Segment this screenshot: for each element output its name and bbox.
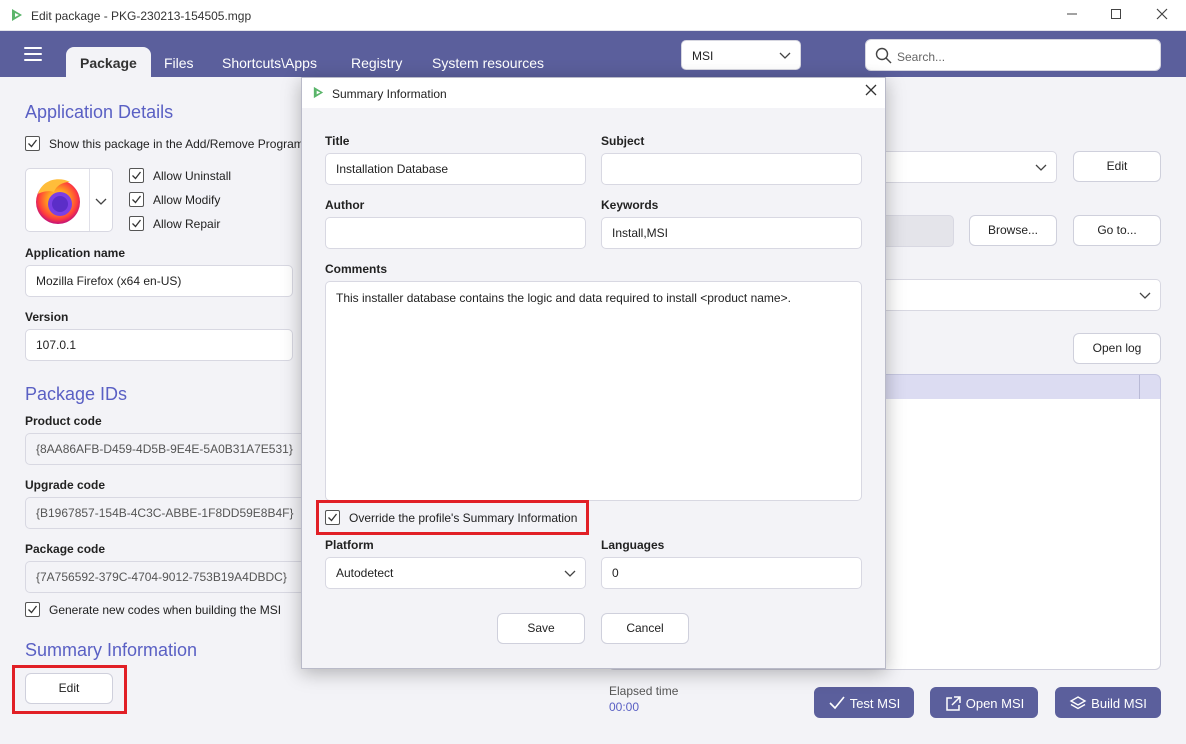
title-field[interactable]: Installation Database [325, 153, 586, 185]
package-code-label: Package code [25, 542, 106, 556]
browse-button[interactable]: Browse... [969, 215, 1057, 246]
platform-label: Platform [325, 538, 374, 552]
override-checkbox[interactable] [325, 510, 340, 525]
tab-shortcuts-apps[interactable]: Shortcuts\Apps [208, 47, 331, 77]
package-ids-heading: Package IDs [25, 384, 128, 404]
cancel-button[interactable]: Cancel [601, 613, 689, 644]
allow-repair-checkbox[interactable] [129, 216, 144, 231]
override-label: Override the profile's Summary Informati… [349, 511, 578, 525]
keywords-label: Keywords [601, 198, 659, 212]
package-code-field: {7A756592-379C-4704-9012-753B19A4DBDC} [25, 561, 315, 593]
product-code-label: Product code [25, 414, 102, 428]
profile-edit-button[interactable]: Edit [1073, 151, 1161, 182]
subject-field[interactable] [601, 153, 862, 185]
generate-codes-label: Generate new codes when building the MSI [49, 603, 282, 617]
external-link-icon [946, 696, 961, 711]
app-details-heading: Application Details [25, 102, 174, 122]
allow-modify-label: Allow Modify [153, 193, 221, 207]
allow-repair-label: Allow Repair [153, 217, 221, 231]
checkmark-icon [132, 171, 142, 180]
version-label: Version [25, 310, 69, 324]
header-bar: Package Files Shortcuts\Apps Registry Sy… [0, 31, 1186, 77]
upgrade-code-label: Upgrade code [25, 478, 106, 492]
product-code-field: {8AA86AFB-D459-4D5B-9E4E-5A0B31A7E531} [25, 433, 315, 465]
maximize-button[interactable] [1096, 4, 1136, 26]
app-icon-picker[interactable] [25, 168, 113, 232]
app-name-label: Application name [25, 246, 126, 260]
checkmark-icon [328, 513, 338, 522]
secondary-select[interactable] [860, 279, 1161, 311]
allow-uninstall-label: Allow Uninstall [153, 169, 232, 183]
allow-uninstall-checkbox[interactable] [129, 168, 144, 183]
allow-modify-checkbox[interactable] [129, 192, 144, 207]
elapsed-time-label: Elapsed time [609, 684, 679, 698]
test-msi-button[interactable]: Test MSI [814, 687, 914, 718]
firefox-icon [36, 179, 80, 224]
dialog-title: Summary Information [332, 87, 447, 101]
check-icon [829, 696, 845, 710]
summary-info-dialog: Summary Information Title Installation D… [301, 77, 886, 669]
close-icon [1156, 8, 1168, 20]
app-logo-icon [12, 9, 22, 21]
minimize-button[interactable] [1052, 4, 1092, 26]
checkmark-icon [132, 195, 142, 204]
comments-label: Comments [325, 262, 388, 276]
msi-type-select[interactable]: MSI [681, 40, 801, 70]
menu-icon[interactable] [24, 47, 42, 61]
version-field[interactable]: 107.0.1 [25, 329, 293, 361]
author-field[interactable] [325, 217, 586, 249]
summary-info-heading: Summary Information [25, 640, 198, 660]
chevron-down-icon [1139, 292, 1151, 299]
minimize-icon [1067, 13, 1077, 15]
platform-value: Autodetect [336, 566, 394, 580]
app-logo-icon [313, 86, 324, 99]
tab-package[interactable]: Package [66, 47, 151, 77]
languages-field[interactable]: 0 [601, 557, 862, 589]
comments-textarea[interactable]: This installer database contains the log… [325, 281, 862, 501]
goto-button[interactable]: Go to... [1073, 215, 1161, 246]
chevron-down-icon [1035, 164, 1047, 171]
layers-icon [1069, 696, 1087, 710]
show-in-programs-label: Show this package in the Add/Remove Prog… [49, 137, 310, 151]
generate-codes-checkbox[interactable] [25, 602, 40, 617]
elapsed-time-value: 00:00 [609, 700, 640, 714]
maximize-icon [1111, 9, 1121, 19]
platform-select[interactable]: Autodetect [325, 557, 586, 589]
profile-select[interactable] [860, 151, 1057, 183]
show-in-programs-checkbox[interactable] [25, 136, 40, 151]
tab-system-resources[interactable]: System resources [418, 47, 558, 77]
search-placeholder: Search... [897, 50, 946, 64]
checkmark-icon [28, 605, 38, 614]
chevron-down-icon [564, 570, 576, 577]
window-title: Edit package - PKG-230213-154505.mgp [31, 9, 252, 23]
tab-registry[interactable]: Registry [337, 47, 416, 77]
build-msi-button[interactable]: Build MSI [1055, 687, 1161, 718]
title-label: Title [325, 134, 350, 148]
checkmark-icon [28, 139, 38, 148]
close-window-button[interactable] [1142, 4, 1182, 26]
search-input[interactable]: Search... [865, 39, 1161, 71]
tab-files[interactable]: Files [150, 47, 208, 77]
dialog-close-button[interactable] [865, 83, 877, 100]
summary-edit-button[interactable]: Edit [25, 673, 113, 704]
languages-label: Languages [601, 538, 665, 552]
open-log-button[interactable]: Open log [1073, 333, 1161, 364]
chevron-down-icon [95, 198, 107, 205]
msi-type-value: MSI [692, 49, 714, 63]
subject-label: Subject [601, 134, 645, 148]
search-icon [875, 47, 892, 64]
chevron-down-icon [779, 52, 791, 59]
checkmark-icon [132, 219, 142, 228]
window-titlebar: Edit package - PKG-230213-154505.mgp [0, 0, 1186, 31]
dialog-titlebar: Summary Information [302, 78, 885, 108]
author-label: Author [325, 198, 365, 212]
upgrade-code-field: {B1967857-154B-4C3C-ABBE-1F8DD59E8B4F} [25, 497, 315, 529]
app-name-field[interactable]: Mozilla Firefox (x64 en-US) [25, 265, 293, 297]
close-icon [865, 84, 877, 96]
open-msi-button[interactable]: Open MSI [930, 687, 1038, 718]
keywords-field[interactable]: Install,MSI [601, 217, 862, 249]
save-button[interactable]: Save [497, 613, 585, 644]
